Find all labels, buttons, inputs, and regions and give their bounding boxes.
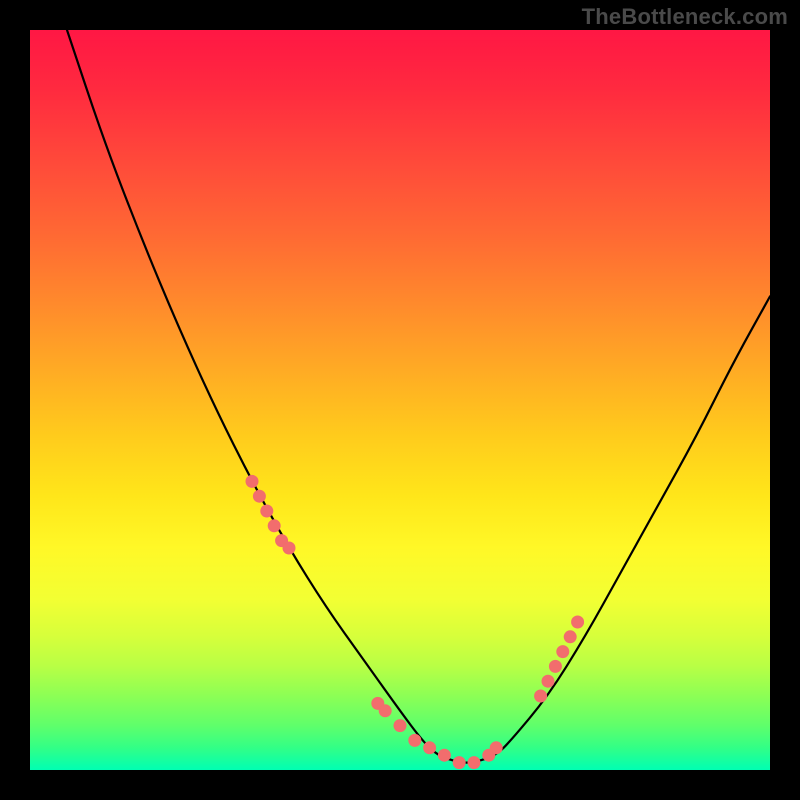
highlight-dot — [438, 749, 450, 761]
highlight-dot — [379, 705, 391, 717]
highlight-dot — [564, 631, 576, 643]
highlight-dot — [268, 520, 280, 532]
highlight-dot — [253, 490, 265, 502]
highlight-dot — [572, 616, 584, 628]
highlight-dot — [557, 646, 569, 658]
bottleneck-curve — [67, 30, 770, 763]
highlight-dot — [283, 542, 295, 554]
highlight-dot — [409, 734, 421, 746]
highlight-dot — [261, 505, 273, 517]
curve-svg — [30, 30, 770, 770]
highlight-dots — [246, 475, 584, 768]
watermark-text: TheBottleneck.com — [582, 4, 788, 30]
highlight-dot — [549, 660, 561, 672]
highlight-dot — [542, 675, 554, 687]
highlight-dot — [490, 742, 502, 754]
highlight-dot — [453, 757, 465, 769]
plot-area — [30, 30, 770, 770]
highlight-dot — [246, 475, 258, 487]
highlight-dot — [424, 742, 436, 754]
highlight-dot — [535, 690, 547, 702]
highlight-dot — [394, 720, 406, 732]
chart-container: TheBottleneck.com — [0, 0, 800, 800]
highlight-dot — [468, 757, 480, 769]
